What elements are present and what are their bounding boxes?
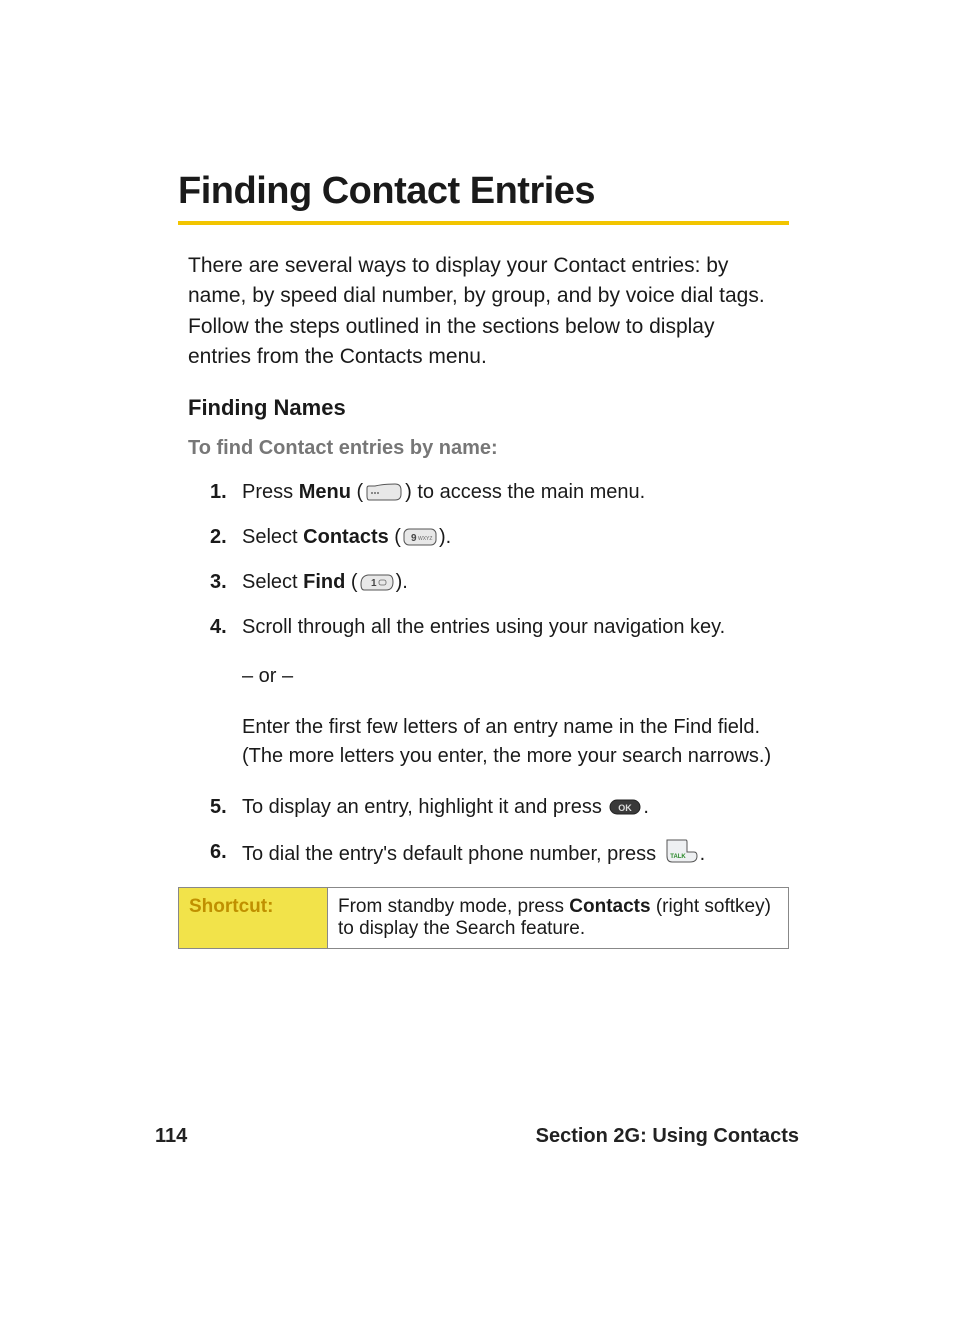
text: Select: [242, 571, 303, 593]
intro-paragraph: There are several ways to display your C…: [188, 251, 779, 373]
menu-softkey-icon: [365, 482, 403, 502]
key-1-icon: 1: [360, 572, 394, 592]
bold: Contacts: [303, 526, 389, 548]
step-alt: Enter the first few letters of an entry …: [242, 713, 779, 771]
step-1: 1. Press Menu ( ) to access the main men…: [210, 478, 779, 507]
talk-key-icon: TALK: [664, 838, 698, 864]
text: ).: [396, 571, 408, 593]
step-number: 6.: [210, 838, 242, 867]
page-number: 114: [155, 1125, 187, 1148]
step-number: 3.: [210, 568, 242, 597]
step-4: 4. Scroll through all the entries using …: [210, 613, 779, 642]
step-number: 5.: [210, 793, 242, 822]
text: (: [389, 526, 401, 548]
text: To dial the entry's default phone number…: [242, 843, 662, 865]
steps-list: 1. Press Menu ( ) to access the main men…: [210, 478, 779, 642]
step-2: 2. Select Contacts ( 9 WXYZ ).: [210, 523, 779, 552]
document-page: Finding Contact Entries There are severa…: [0, 0, 954, 1323]
lead-line: To find Contact entries by name:: [188, 437, 789, 460]
subheading: Finding Names: [188, 395, 789, 421]
svg-text:OK: OK: [619, 803, 633, 813]
key-9-icon: 9 WXYZ: [403, 527, 437, 547]
step-or: – or –: [242, 662, 779, 691]
step-number: 4.: [210, 613, 242, 642]
bold: Menu: [299, 481, 351, 503]
svg-text:WXYZ: WXYZ: [418, 536, 432, 542]
text: Press: [242, 481, 299, 503]
section-label: Section 2G: Using Contacts: [536, 1125, 799, 1148]
page-title: Finding Contact Entries: [178, 170, 789, 213]
step-5: 5. To display an entry, highlight it and…: [210, 793, 779, 822]
text: .: [700, 843, 706, 865]
text: Select: [242, 526, 303, 548]
svg-text:9: 9: [411, 533, 417, 544]
text: Scroll through all the entries using you…: [242, 613, 779, 642]
svg-text:1: 1: [371, 578, 377, 589]
steps-list-continued: 5. To display an entry, highlight it and…: [210, 793, 779, 869]
shortcut-label: Shortcut:: [179, 887, 328, 948]
text: ) to access the main menu.: [405, 481, 645, 503]
text: From standby mode, press: [338, 896, 569, 917]
title-rule: [178, 221, 789, 225]
bold: Contacts: [569, 896, 650, 917]
shortcut-box: Shortcut: From standby mode, press Conta…: [178, 887, 789, 949]
step-number: 2.: [210, 523, 242, 552]
text: ).: [439, 526, 451, 548]
step-6: 6. To dial the entry's default phone num…: [210, 838, 779, 869]
step-number: 1.: [210, 478, 242, 507]
bold: Find: [303, 571, 345, 593]
shortcut-body: From standby mode, press Contacts (right…: [328, 887, 789, 948]
text: (: [351, 481, 363, 503]
step-3: 3. Select Find ( 1 ).: [210, 568, 779, 597]
text: To display an entry, highlight it and pr…: [242, 796, 607, 818]
text: .: [643, 796, 649, 818]
text: (: [345, 571, 357, 593]
ok-key-icon: OK: [609, 797, 641, 817]
page-footer: 114 Section 2G: Using Contacts: [155, 1125, 799, 1148]
svg-text:TALK: TALK: [670, 854, 686, 860]
